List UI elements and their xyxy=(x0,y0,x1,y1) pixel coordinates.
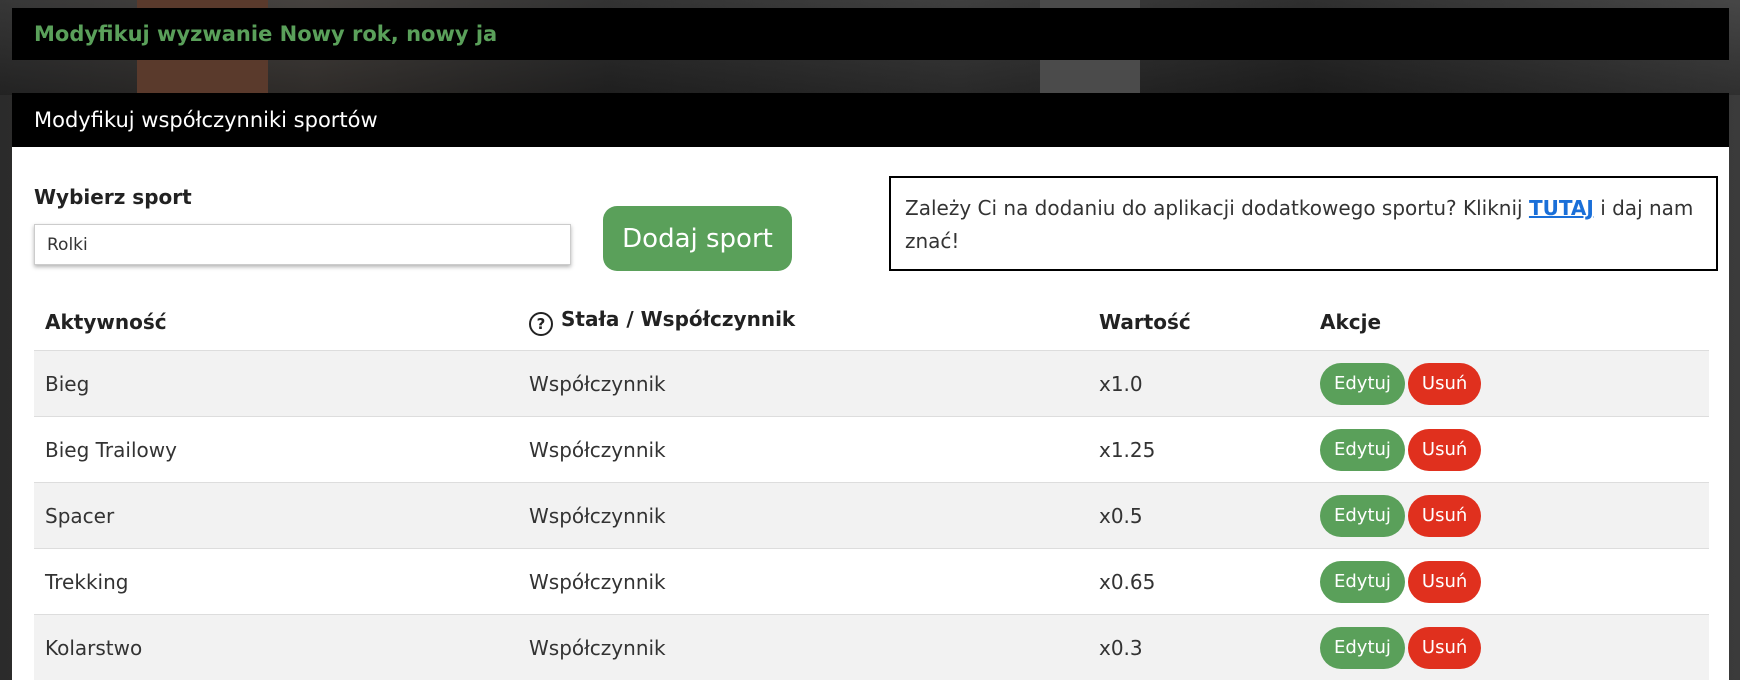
row-type: Współczynnik xyxy=(518,416,1088,483)
header-type-label: Stała / Współczynnik xyxy=(561,307,796,331)
header-activity: Aktywność xyxy=(34,293,518,351)
table-row: Spacer Współczynnik x0.5 Edytuj Usuń xyxy=(34,482,1709,549)
add-sport-button[interactable]: Dodaj sport xyxy=(603,206,792,271)
table-row: Bieg Współczynnik x1.0 Edytuj Usuń xyxy=(34,350,1709,417)
row-type: Współczynnik xyxy=(518,614,1088,680)
row-value: x0.65 xyxy=(1088,548,1309,615)
row-activity: Bieg Trailowy xyxy=(34,416,518,483)
row-actions: Edytuj Usuń xyxy=(1309,350,1709,417)
header-type: ? Stała / Współczynnik xyxy=(518,293,1088,351)
info-link[interactable]: TUTAJ xyxy=(1529,196,1594,220)
challenge-header: Modyfikuj wyzwanie Nowy rok, nowy ja xyxy=(12,8,1729,60)
sport-select-label: Wybierz sport xyxy=(34,185,192,209)
edit-button[interactable]: Edytuj xyxy=(1320,428,1405,471)
row-activity: Bieg xyxy=(34,350,518,417)
row-activity: Trekking xyxy=(34,548,518,615)
challenge-title: Modyfikuj wyzwanie Nowy rok, nowy ja xyxy=(34,22,498,46)
delete-button[interactable]: Usuń xyxy=(1407,626,1482,669)
help-icon[interactable]: ? xyxy=(529,312,553,336)
row-value: x0.5 xyxy=(1088,482,1309,549)
row-type: Współczynnik xyxy=(518,482,1088,549)
delete-button[interactable]: Usuń xyxy=(1407,428,1482,471)
header-value: Wartość xyxy=(1088,293,1309,351)
info-box: Zależy Ci na dodaniu do aplikacji dodatk… xyxy=(889,176,1718,271)
edit-button[interactable]: Edytuj xyxy=(1320,494,1405,537)
edit-button[interactable]: Edytuj xyxy=(1320,362,1405,405)
delete-button[interactable]: Usuń xyxy=(1407,362,1482,405)
table-row: Trekking Współczynnik x0.65 Edytuj Usuń xyxy=(34,548,1709,615)
info-text-before: Zależy Ci na dodaniu do aplikacji dodatk… xyxy=(905,196,1529,220)
delete-button[interactable]: Usuń xyxy=(1407,560,1482,603)
row-value: x1.25 xyxy=(1088,416,1309,483)
row-actions: Edytuj Usuń xyxy=(1309,548,1709,615)
row-actions: Edytuj Usuń xyxy=(1309,416,1709,483)
table-header-row: Aktywność ? Stała / Współczynnik Wartość … xyxy=(34,293,1709,351)
row-type: Współczynnik xyxy=(518,548,1088,615)
delete-button[interactable]: Usuń xyxy=(1407,494,1482,537)
row-actions: Edytuj Usuń xyxy=(1309,482,1709,549)
header-actions: Akcje xyxy=(1309,293,1709,351)
card-title: Modyfikuj współczynniki sportów xyxy=(34,108,378,132)
sports-table: Aktywność ? Stała / Współczynnik Wartość … xyxy=(34,293,1709,680)
row-value: x1.0 xyxy=(1088,350,1309,417)
edit-button[interactable]: Edytuj xyxy=(1320,560,1405,603)
card-header: Modyfikuj współczynniki sportów xyxy=(12,93,1729,147)
table-row: Kolarstwo Współczynnik x0.3 Edytuj Usuń xyxy=(34,614,1709,680)
edit-button[interactable]: Edytuj xyxy=(1320,626,1405,669)
table-row: Bieg Trailowy Współczynnik x1.25 Edytuj U… xyxy=(34,416,1709,483)
row-type: Współczynnik xyxy=(518,350,1088,417)
row-activity: Spacer xyxy=(34,482,518,549)
sport-select[interactable]: Rolki xyxy=(34,224,571,265)
row-actions: Edytuj Usuń xyxy=(1309,614,1709,680)
row-value: x0.3 xyxy=(1088,614,1309,680)
sport-coefficients-card: Modyfikuj współczynniki sportów Wybierz … xyxy=(12,93,1729,680)
row-activity: Kolarstwo xyxy=(34,614,518,680)
